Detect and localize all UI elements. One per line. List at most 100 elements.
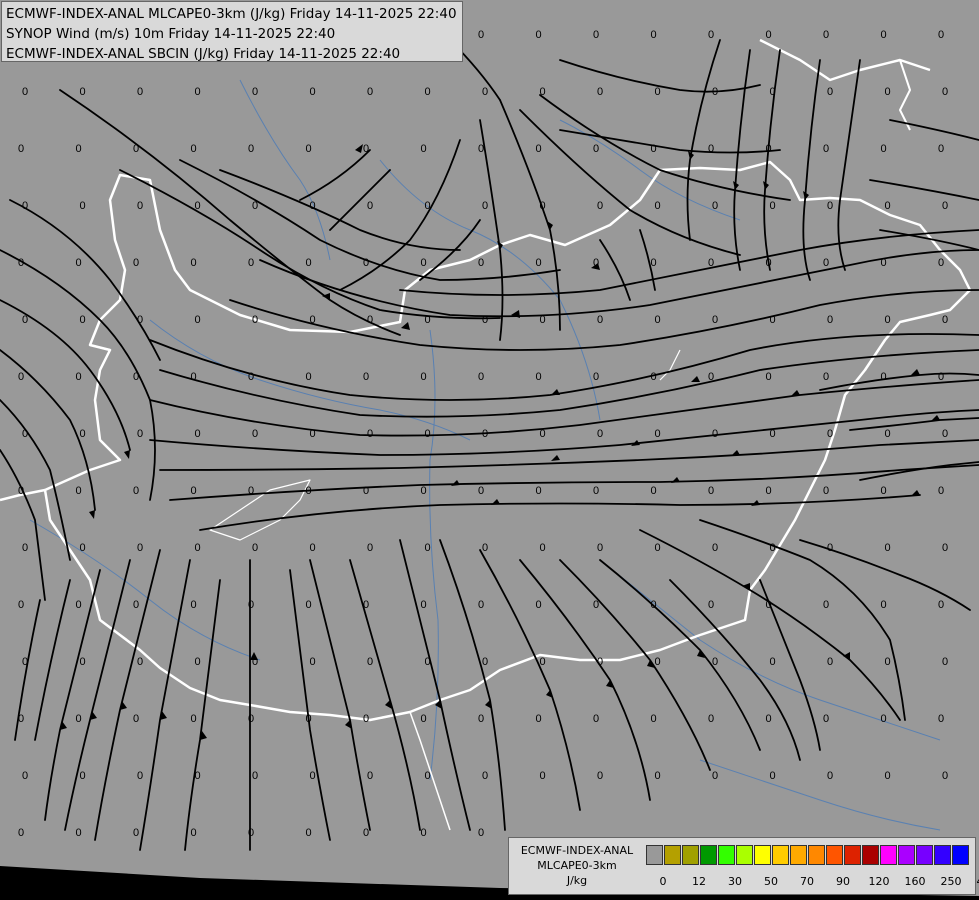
cin-value: 0 bbox=[938, 371, 944, 383]
cin-value: 0 bbox=[425, 314, 431, 326]
cin-value: 0 bbox=[536, 485, 542, 497]
cin-value: 0 bbox=[655, 86, 661, 98]
legend-swatch bbox=[790, 845, 807, 865]
cin-value: 0 bbox=[367, 200, 373, 212]
cin-value: 0 bbox=[540, 314, 546, 326]
cin-value: 0 bbox=[766, 599, 772, 611]
cin-value: 0 bbox=[881, 257, 887, 269]
cin-value: 0 bbox=[881, 371, 887, 383]
cin-value: 0 bbox=[421, 143, 427, 155]
cin-value: 0 bbox=[367, 86, 373, 98]
cin-value: 0 bbox=[306, 599, 312, 611]
cin-value: 0 bbox=[80, 542, 86, 554]
cin-value: 0 bbox=[823, 485, 829, 497]
cin-value: 0 bbox=[770, 314, 776, 326]
cin-value: 0 bbox=[651, 257, 657, 269]
cin-value: 0 bbox=[195, 86, 201, 98]
cin-value: 0 bbox=[823, 143, 829, 155]
cin-value: 0 bbox=[310, 86, 316, 98]
cin-value: 0 bbox=[310, 770, 316, 782]
cin-value: 0 bbox=[651, 143, 657, 155]
cin-value: 0 bbox=[306, 485, 312, 497]
cin-value: 0 bbox=[881, 143, 887, 155]
color-legend: ECMWF-INDEX-ANAL MLCAPE0-3km J/kg 0 12 30 5… bbox=[508, 837, 979, 895]
cin-value: 0 bbox=[766, 257, 772, 269]
cin-value: 0 bbox=[885, 86, 891, 98]
cin-value: 0 bbox=[827, 656, 833, 668]
cin-value: 0 bbox=[191, 485, 197, 497]
cin-value: 0 bbox=[651, 371, 657, 383]
cin-value: 0 bbox=[478, 257, 484, 269]
cin-value: 0 bbox=[363, 257, 369, 269]
cin-value: 0 bbox=[651, 29, 657, 41]
cin-value: 0 bbox=[593, 143, 599, 155]
cin-value: 0 bbox=[766, 485, 772, 497]
cin-value: 0 bbox=[885, 200, 891, 212]
cin-value: 0 bbox=[76, 599, 82, 611]
cin-value: 0 bbox=[478, 827, 484, 839]
cin-value: 0 bbox=[540, 200, 546, 212]
cin-value: 0 bbox=[938, 29, 944, 41]
cin-value: 0 bbox=[306, 827, 312, 839]
cin-value: 0 bbox=[540, 770, 546, 782]
cin-value: 0 bbox=[137, 86, 143, 98]
cin-value: 0 bbox=[195, 200, 201, 212]
map-title-box: ECMWF-INDEX-ANAL MLCAPE0-3km (J/kg) Frid… bbox=[1, 1, 463, 62]
cin-value: 0 bbox=[306, 143, 312, 155]
cin-value: 0 bbox=[248, 257, 254, 269]
cin-value: 0 bbox=[942, 770, 948, 782]
cin-value: 0 bbox=[597, 770, 603, 782]
cin-value: 0 bbox=[885, 428, 891, 440]
cin-value: 0 bbox=[425, 656, 431, 668]
cin-value: 0 bbox=[363, 827, 369, 839]
cin-value: 0 bbox=[367, 770, 373, 782]
cin-value: 0 bbox=[593, 371, 599, 383]
cin-value: 0 bbox=[248, 599, 254, 611]
cin-value: 0 bbox=[425, 770, 431, 782]
cin-value: 0 bbox=[191, 827, 197, 839]
cin-value: 0 bbox=[482, 656, 488, 668]
cin-value: 0 bbox=[655, 542, 661, 554]
title-line-mlcape: ECMWF-INDEX-ANAL MLCAPE0-3km (J/kg) Frid… bbox=[6, 6, 457, 22]
legend-swatch bbox=[646, 845, 663, 865]
cin-value: 0 bbox=[363, 143, 369, 155]
legend-swatch bbox=[880, 845, 897, 865]
cin-value: 0 bbox=[80, 770, 86, 782]
cin-value: 0 bbox=[651, 485, 657, 497]
cin-value: 0 bbox=[310, 428, 316, 440]
cin-value: 0 bbox=[942, 428, 948, 440]
cin-value: 0 bbox=[881, 599, 887, 611]
cin-value: 0 bbox=[248, 485, 254, 497]
cin-value: 0 bbox=[306, 371, 312, 383]
cin-value: 0 bbox=[708, 143, 714, 155]
cin-value: 0 bbox=[18, 713, 24, 725]
cin-value: 0 bbox=[770, 428, 776, 440]
cin-value: 0 bbox=[252, 770, 258, 782]
cin-value: 0 bbox=[938, 713, 944, 725]
cin-value: 0 bbox=[367, 542, 373, 554]
cin-value: 0 bbox=[363, 485, 369, 497]
cin-value: 0 bbox=[252, 314, 258, 326]
cin-value: 0 bbox=[133, 713, 139, 725]
cin-value: 0 bbox=[597, 200, 603, 212]
legend-swatch bbox=[844, 845, 861, 865]
title-line-wind: SYNOP Wind (m/s) 10m Friday 14-11-2025 2… bbox=[6, 26, 336, 42]
cin-value: 0 bbox=[597, 656, 603, 668]
cin-value: 0 bbox=[823, 599, 829, 611]
cin-value: 0 bbox=[195, 656, 201, 668]
cin-value: 0 bbox=[536, 143, 542, 155]
cin-value: 0 bbox=[137, 428, 143, 440]
cin-value: 0 bbox=[597, 86, 603, 98]
cin-value: 0 bbox=[478, 29, 484, 41]
cin-value: 0 bbox=[770, 542, 776, 554]
legend-label: ECMWF-INDEX-ANAL MLCAPE0-3km J/kg bbox=[509, 843, 645, 888]
cin-value: 0 bbox=[827, 200, 833, 212]
cin-value: 0 bbox=[655, 314, 661, 326]
legend-swatch bbox=[718, 845, 735, 865]
cin-value: 0 bbox=[540, 86, 546, 98]
cin-value: 0 bbox=[18, 599, 24, 611]
cin-value: 0 bbox=[766, 29, 772, 41]
legend-swatch bbox=[808, 845, 825, 865]
legend-tick: 120 bbox=[868, 875, 890, 888]
cin-value: 0 bbox=[367, 656, 373, 668]
